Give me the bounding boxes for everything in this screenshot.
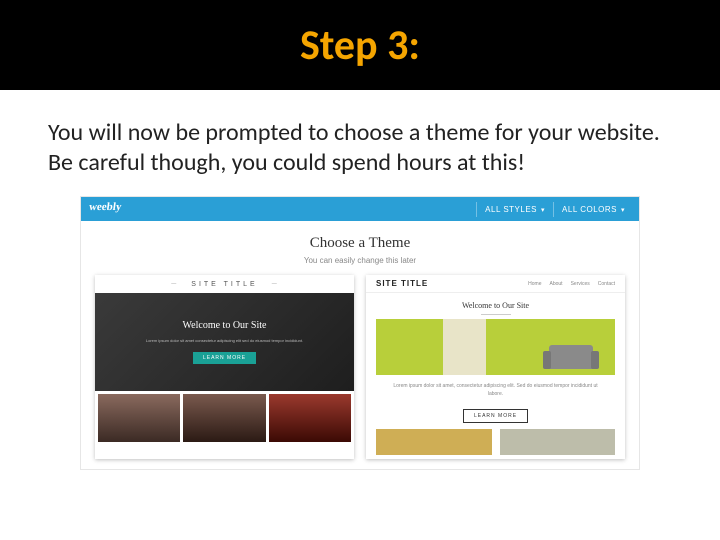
nav-link: — xyxy=(272,281,278,287)
embedded-screenshot: weebly ALL STYLES ▾ ALL COLORS ▾ Choose a … xyxy=(0,196,720,470)
card-nav: — SITE TITLE — xyxy=(95,275,354,293)
card-hero-image xyxy=(376,319,615,375)
filter-colors-label: ALL COLORS xyxy=(562,205,617,214)
weebly-logo: weebly xyxy=(88,201,122,213)
filter-colors[interactable]: ALL COLORS ▾ xyxy=(553,202,633,217)
card-cta-button[interactable]: LEARN MORE xyxy=(193,352,256,364)
card-thumbs xyxy=(366,429,625,459)
cta-row: LEARN MORE xyxy=(366,404,625,429)
nav-link: Contact xyxy=(598,281,615,287)
theme-chooser-ui: weebly ALL STYLES ▾ ALL COLORS ▾ Choose a … xyxy=(80,196,640,470)
sofa-graphic xyxy=(549,345,593,369)
nav-link: — xyxy=(171,281,177,287)
card-brand: SITE TITLE xyxy=(191,281,257,288)
card-brand: SITE TITLE xyxy=(376,279,428,288)
card-welcome: Welcome to Our Site xyxy=(366,293,625,314)
filter-styles-label: ALL STYLES xyxy=(485,205,537,214)
theme-grid: — SITE TITLE — Welcome to Our Site Lorem… xyxy=(81,275,639,469)
theme-card-dark[interactable]: — SITE TITLE — Welcome to Our Site Lorem… xyxy=(95,275,354,459)
filter-styles[interactable]: ALL STYLES ▾ xyxy=(476,202,553,217)
slide-header: Step 3: xyxy=(0,0,720,90)
topbar: weebly ALL STYLES ▾ ALL COLORS ▾ xyxy=(81,197,639,221)
nav-link: Home xyxy=(528,281,541,287)
nav-link: About xyxy=(550,281,563,287)
theme-card-light[interactable]: SITE TITLE Home About Services Contact W… xyxy=(366,275,625,459)
thumbnail-image xyxy=(500,429,616,455)
card-desc: Lorem ipsum dolor sit amet, consectetur … xyxy=(366,383,625,404)
card-hero: Welcome to Our Site Lorem ipsum dolor si… xyxy=(95,293,354,391)
card-thumbs xyxy=(95,391,354,445)
chevron-down-icon: ▾ xyxy=(541,207,545,214)
thumbnail-image xyxy=(183,394,265,442)
card-cta-button[interactable]: LEARN MORE xyxy=(463,409,528,423)
divider xyxy=(481,314,511,315)
step-title: Step 3: xyxy=(300,20,420,71)
card-desc: Lorem ipsum dolor sit amet consectetur a… xyxy=(146,338,303,344)
nav-link: Services xyxy=(571,281,590,287)
hero-subtitle: You can easily change this later xyxy=(81,256,639,265)
chevron-down-icon: ▾ xyxy=(621,207,625,214)
thumbnail-image xyxy=(269,394,351,442)
thumbnail-image xyxy=(376,429,492,455)
hero-title: Choose a Theme xyxy=(81,235,639,252)
card-nav: SITE TITLE Home About Services Contact xyxy=(366,275,625,293)
thumbnail-image xyxy=(98,394,180,442)
card-welcome: Welcome to Our Site xyxy=(183,320,267,332)
hero: Choose a Theme You can easily change thi… xyxy=(81,221,639,275)
instruction-text: You will now be prompted to choose a the… xyxy=(0,90,720,196)
nav-links: Home About Services Contact xyxy=(528,281,615,287)
